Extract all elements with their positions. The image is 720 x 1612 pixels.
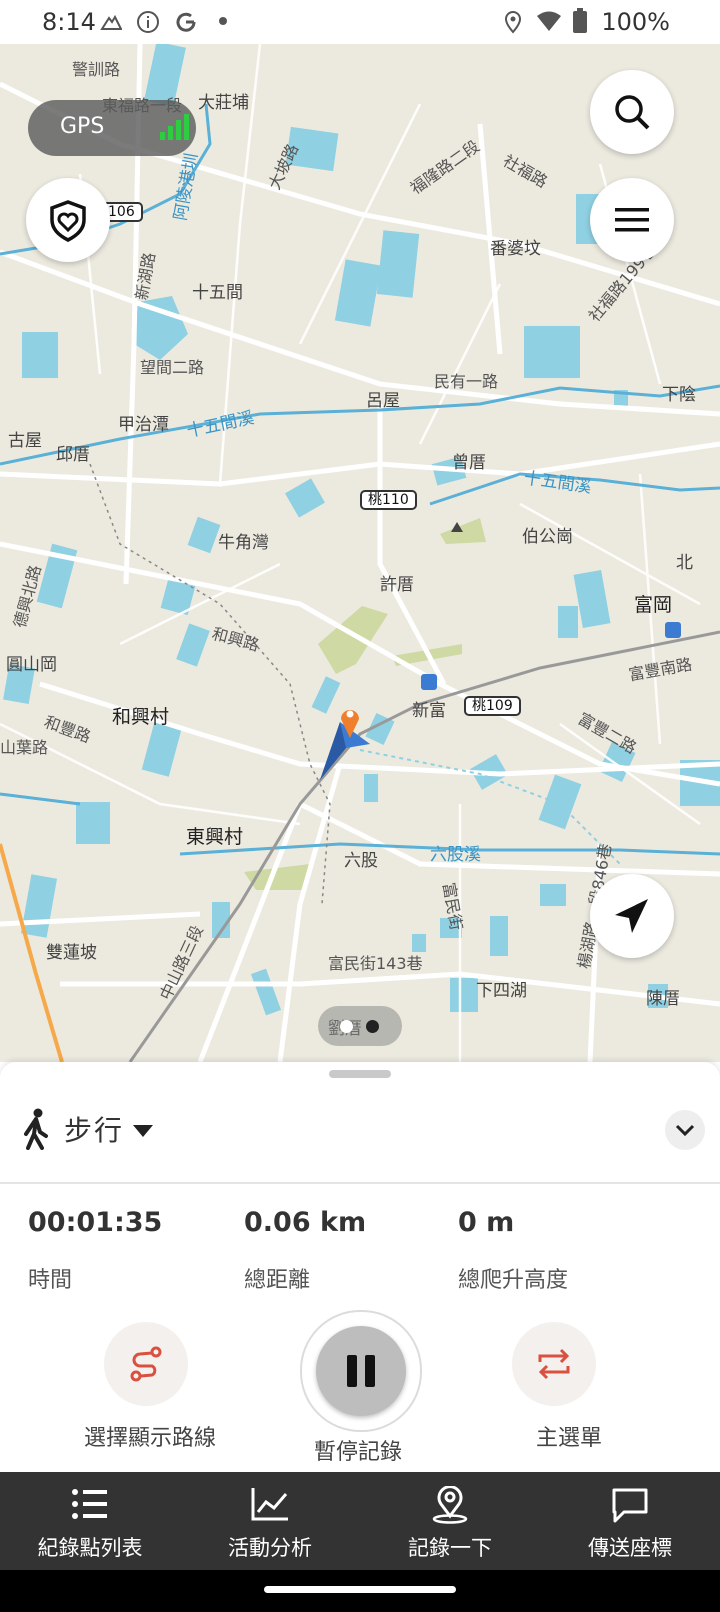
map-label: 東興村 [186,826,244,848]
map-label: 六股溪 [430,845,481,865]
map-label: 下陰 [662,385,696,405]
menu-button[interactable] [590,178,674,262]
stat-ascent-label: 總爬升高度 [458,1268,569,1293]
map-label: 六股 [344,851,378,871]
pin-icon [432,1486,468,1524]
pause-recording-label: 暫停記錄 [314,1440,403,1465]
map-label: 望間二路 [140,358,205,377]
home-indicator[interactable] [264,1586,456,1593]
route-icon [130,1346,162,1382]
search-icon [615,95,650,130]
map-label: 甲治潭 [118,415,169,435]
walking-icon [24,1108,48,1150]
hamburger-icon [615,208,649,232]
map-label: 和興村 [112,706,170,728]
route-select-button[interactable] [104,1322,188,1406]
map-label: 大莊埔 [198,93,249,113]
drag-handle[interactable] [329,1070,391,1078]
shield-heart-icon [50,200,86,242]
main-menu-label: 主選單 [536,1426,603,1451]
locate-me-button[interactable] [590,874,674,958]
pause-icon [347,1355,375,1387]
divider [0,1182,720,1184]
bottom-navigation: 紀錄點列表 活動分析 記錄一下 傳送座標 [0,1472,720,1570]
pause-recording-button[interactable] [300,1310,422,1432]
map-label: 邱厝 [56,445,90,465]
map-label: 新富 [412,701,446,721]
swap-icon [538,1348,570,1380]
stat-ascent-value: 0 m [458,1207,515,1238]
route-select-label: 選擇顯示路線 [84,1426,217,1451]
page-dot-active [340,1020,353,1033]
stat-distance-label: 總距離 [244,1268,311,1293]
road-shield: 桃109 [464,696,521,716]
page-dot [366,1020,379,1033]
map-label: 山葉路 [0,738,49,757]
map-label: 伯公崗 [522,527,573,547]
stat-time-label: 時間 [28,1268,73,1293]
map-label: 曾厝 [452,453,486,473]
map-label: 雙蓮坡 [46,943,97,963]
signal-bars-icon [160,114,189,140]
map-label: 富民街143巷 [328,954,423,973]
map-label: 古屋 [8,431,42,451]
map-label: 警訓路 [72,60,121,79]
status-time: 8:14 [42,8,96,36]
map-label: 十五間 [192,283,243,303]
map-label: 北 [676,553,693,573]
battery-percent: 100% [601,8,670,36]
info-icon [137,11,159,33]
pause-button-face [316,1326,406,1416]
status-bar: 8:14 100% [0,0,720,44]
nav-activity-analysis[interactable]: 活動分析 [180,1472,360,1570]
nav-label: 傳送座標 [588,1536,672,1560]
dropdown-arrow-icon[interactable] [132,1124,154,1138]
safety-button[interactable] [26,178,110,262]
gesture-bar [0,1570,720,1612]
mountain-icon [100,14,122,30]
stat-time-value: 00:01:35 [28,1207,163,1238]
stat-distance-value: 0.06 km [244,1207,367,1238]
list-icon [72,1489,107,1519]
map-label: 許厝 [380,575,414,595]
chevron-down-icon [675,1124,695,1137]
map-label: 呂屋 [366,391,400,411]
map-label: 民有一路 [434,372,499,391]
dot-icon [219,17,227,25]
map-label: 富岡 [634,594,673,616]
gps-label: GPS [60,114,105,139]
recording-panel: 步行 00:01:35 時間 0.06 km 總距離 0 m 總爬升高度 選擇顯… [0,1062,720,1472]
map-label: 番婆坟 [490,239,541,259]
gps-status-pill[interactable]: GPS [28,100,196,156]
location-icon [504,11,522,34]
navigation-arrow-icon [615,899,648,933]
main-menu-button[interactable] [512,1322,596,1406]
battery-icon [573,8,587,33]
nav-label: 活動分析 [228,1536,312,1560]
search-button[interactable] [590,70,674,154]
nav-send-coordinates[interactable]: 傳送座標 [540,1472,720,1570]
activity-mode-selector[interactable]: 步行 [64,1109,124,1149]
google-icon [176,12,196,32]
message-icon [612,1488,648,1523]
map-label: 下四湖 [476,981,527,1001]
map-label: 牛角灣 [218,533,269,553]
nav-waypoint-list[interactable]: 紀錄點列表 [0,1472,180,1570]
page-indicator[interactable] [318,1006,402,1046]
collapse-button[interactable] [665,1110,705,1150]
nav-record-moment[interactable]: 記錄一下 [360,1472,540,1570]
map-label: 陳厝 [646,989,680,1009]
map-label: 圓山岡 [6,655,57,675]
road-shield: 桃110 [360,490,417,510]
wifi-icon [537,11,561,31]
nav-label: 記錄一下 [408,1536,492,1560]
chart-icon [251,1488,288,1521]
nav-label: 紀錄點列表 [37,1536,143,1560]
